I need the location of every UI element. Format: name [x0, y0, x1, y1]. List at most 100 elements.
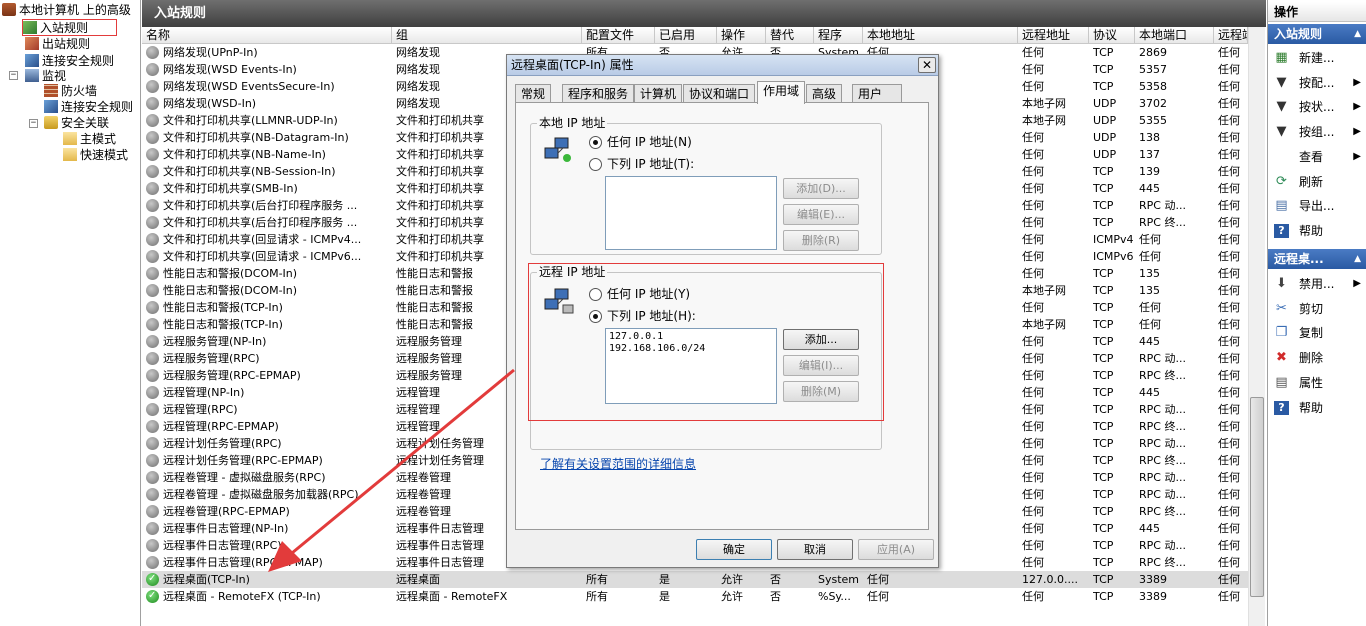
table-cell: 任何 [1218, 165, 1240, 178]
table-cell: 远程桌面 [396, 573, 440, 586]
action-item[interactable]: ? 帮助 [1268, 396, 1366, 420]
table-cell: 任何 [1218, 420, 1240, 433]
scrollbar-thumb[interactable] [1250, 397, 1264, 597]
column-header[interactable]: 替代 [766, 27, 814, 44]
tab-users[interactable]: 用户 [852, 84, 902, 103]
table-row[interactable]: 远程桌面(TCP-In) 远程桌面 所有 是 允许 否 System 任何 127.0.0...… [142, 570, 1248, 588]
table-cell: TCP [1093, 80, 1114, 93]
action-item[interactable]: ▼ 按配... ▶ [1268, 71, 1366, 95]
table-cell: 文件和打印机共享(LLMNR-UDP-In) [163, 114, 338, 127]
tree-item-inbound-rules[interactable]: 入站规则 [22, 19, 118, 36]
table-cell: 445 [1139, 386, 1160, 399]
local-listed-ip-radio[interactable]: 下列 IP 地址(T): [589, 156, 694, 172]
rule-disabled-icon [146, 318, 159, 331]
table-cell: 任何 [1022, 505, 1044, 518]
table-cell: 远程桌面 - RemoteFX (TCP-In) [163, 590, 321, 603]
action-item[interactable]: ⬇ 禁用... ▶ [1268, 272, 1366, 296]
local-any-ip-radio[interactable]: 任何 IP 地址(N) [589, 134, 692, 150]
close-button[interactable]: ✕ [918, 57, 936, 73]
local-add-button[interactable]: 添加(D)... [783, 178, 859, 199]
rule-disabled-icon [146, 284, 159, 297]
column-header[interactable]: 配置文件 [582, 27, 655, 44]
action-item[interactable]: ⟳ 刷新 [1268, 170, 1366, 194]
action-label: 刷新 [1299, 174, 1324, 189]
local-remove-button[interactable]: 删除(R) [783, 230, 859, 251]
rule-disabled-icon [146, 80, 159, 93]
table-cell: 137 [1139, 148, 1160, 161]
table-cell: 任何 [1218, 97, 1240, 110]
tree-item-outbound-rules[interactable]: 出站规则 [25, 36, 90, 53]
column-header[interactable]: 名称 [142, 27, 392, 44]
action-item[interactable]: 查看 ▶ [1268, 145, 1366, 169]
tab-programs-services[interactable]: 程序和服务 [562, 84, 635, 103]
expand-toggle-monitor[interactable]: − [9, 71, 18, 80]
column-header[interactable]: 本地端口 [1135, 27, 1214, 44]
rule-disabled-icon [146, 539, 159, 552]
ok-button[interactable]: 确定 [696, 539, 772, 560]
local-ip-listbox[interactable] [605, 176, 777, 250]
local-edit-button[interactable]: 编辑(E)... [783, 204, 859, 225]
inbound-rules-icon [23, 21, 37, 34]
rule-disabled-icon [146, 471, 159, 484]
table-row[interactable]: 远程桌面 - RemoteFX (TCP-In) 远程桌面 - RemoteFX 所… [142, 587, 1248, 605]
expand-toggle-security-associations[interactable]: − [29, 119, 38, 128]
action-item[interactable]: ▤ 导出... [1268, 194, 1366, 218]
apply-button[interactable]: 应用(A) [858, 539, 934, 560]
table-cell: 445 [1139, 182, 1160, 195]
table-cell: TCP [1093, 199, 1114, 212]
column-header[interactable]: 程序 [814, 27, 863, 44]
table-cell: TCP [1093, 63, 1114, 76]
action-item[interactable]: ▼ 按组... ▶ [1268, 120, 1366, 144]
action-item[interactable]: ✂ 剪切 [1268, 297, 1366, 321]
column-header[interactable]: 远程地址 [1018, 27, 1089, 44]
table-cell: 远程桌面(TCP-In) [163, 573, 250, 586]
rule-disabled-icon [146, 352, 159, 365]
column-header[interactable]: 远程端 [1214, 27, 1248, 44]
rule-disabled-icon [146, 250, 159, 263]
tree-item-firewall[interactable]: 防火墙 [44, 83, 97, 100]
new-rule-icon: ▦ [1275, 50, 1288, 65]
tree-item-main-mode[interactable]: 主模式 [63, 131, 116, 148]
action-item[interactable]: ▤ 属性 [1268, 371, 1366, 395]
table-cell: TCP [1093, 539, 1114, 552]
action-item[interactable]: ❐ 复制 [1268, 321, 1366, 345]
action-item[interactable]: ▼ 按状... ▶ [1268, 95, 1366, 119]
table-cell: 任何 [1022, 216, 1044, 229]
tree-item-security-associations[interactable]: 安全关联 [44, 115, 109, 132]
actions-section-remote-desktop[interactable]: 远程桌... ▲ [1268, 249, 1366, 269]
monitor-icon [25, 69, 39, 82]
action-item[interactable]: ✖ 删除 [1268, 346, 1366, 370]
table-cell: 2869 [1139, 46, 1167, 59]
table-cell: 任何 [1218, 386, 1240, 399]
tab-protocols-ports[interactable]: 协议和端口 [683, 84, 756, 103]
vertical-scrollbar[interactable] [1248, 27, 1265, 626]
column-header[interactable]: 本地地址 [863, 27, 1018, 44]
table-cell: RPC 动... [1139, 199, 1186, 212]
actions-section-inbound[interactable]: 入站规则 ▲ [1268, 24, 1366, 44]
column-header[interactable]: 组 [392, 27, 582, 44]
column-header[interactable]: 协议 [1089, 27, 1135, 44]
table-cell: 本地子网 [1022, 284, 1066, 297]
table-cell: 任何 [1022, 148, 1044, 161]
tab-computers[interactable]: 计算机 [634, 84, 683, 103]
tree-root[interactable]: 本地计算机 上的高级 [2, 2, 131, 19]
table-cell: 本地子网 [1022, 114, 1066, 127]
action-item[interactable]: ? 帮助 [1268, 219, 1366, 243]
tab-advanced[interactable]: 高级 [806, 84, 843, 103]
table-cell: 任何 [1022, 335, 1044, 348]
table-cell: 文件和打印机共享(回显请求 - ICMPv6... [163, 250, 362, 263]
table-cell: ICMPv4 [1093, 233, 1134, 246]
column-header[interactable]: 已启用 [655, 27, 717, 44]
learn-more-link[interactable]: 了解有关设置范围的详细信息 [540, 455, 696, 472]
cancel-button[interactable]: 取消 [777, 539, 853, 560]
tab-scope[interactable]: 作用域 [757, 81, 806, 104]
column-header[interactable]: 操作 [717, 27, 766, 44]
tree-item-monitor-connection-security[interactable]: 连接安全规则 [44, 99, 133, 116]
action-item[interactable]: ▦ 新建... [1268, 46, 1366, 70]
collapse-arrow-icon: ▲ [1354, 29, 1361, 39]
delete-icon: ✖ [1276, 350, 1287, 366]
submenu-arrow-icon: ▶ [1353, 278, 1361, 289]
tab-general[interactable]: 常规 [515, 84, 552, 103]
tree-item-quick-mode[interactable]: 快速模式 [63, 147, 128, 164]
table-cell: 远程桌面 - RemoteFX [396, 590, 508, 603]
